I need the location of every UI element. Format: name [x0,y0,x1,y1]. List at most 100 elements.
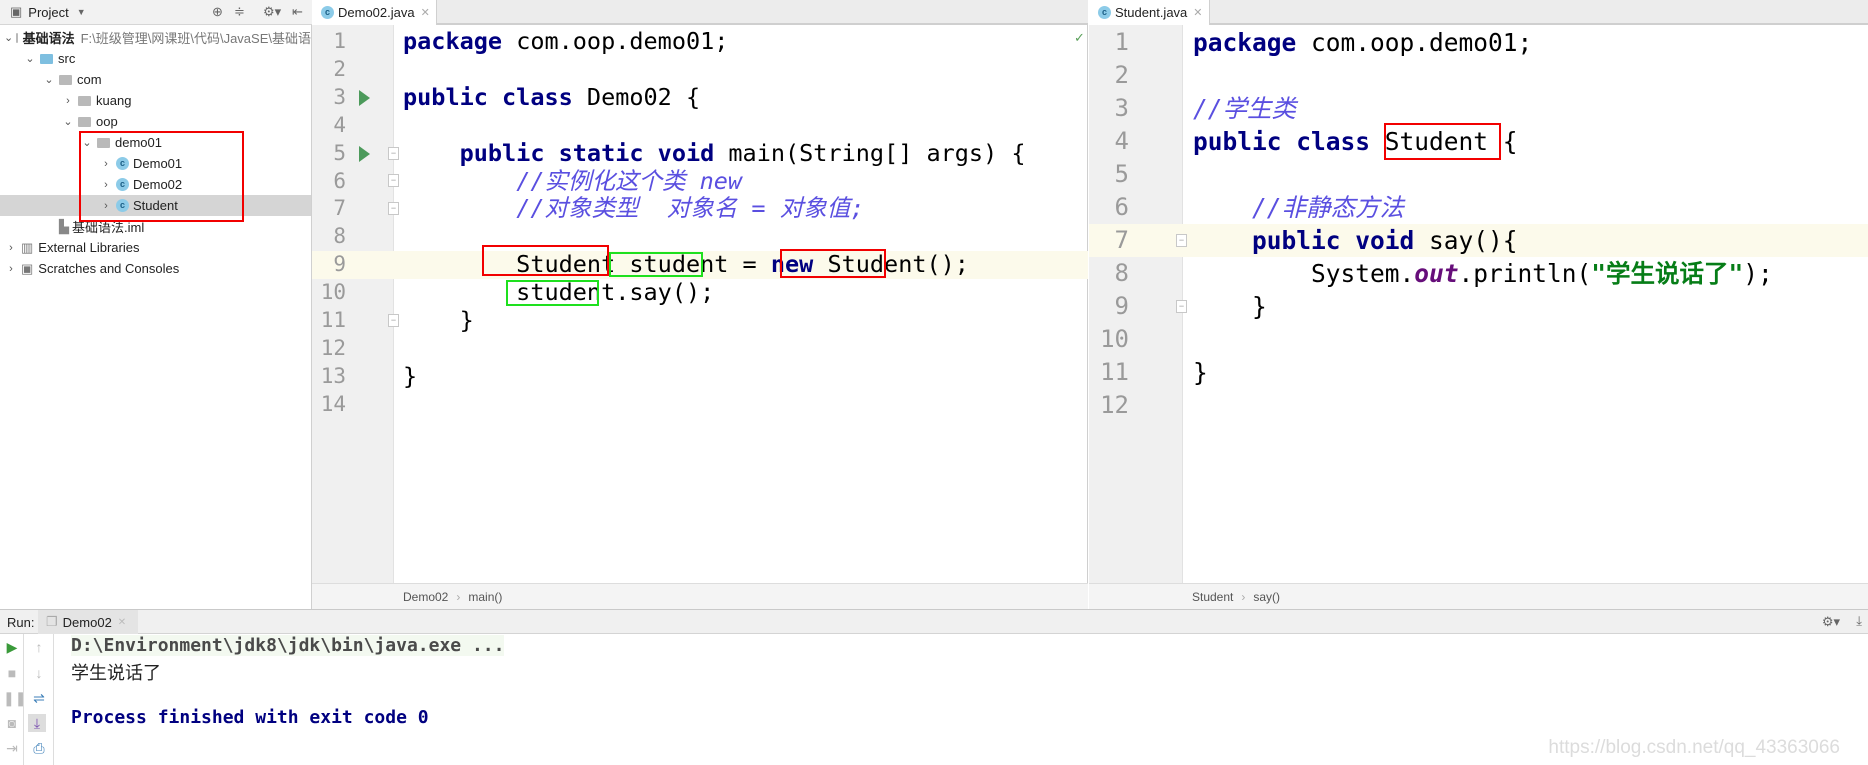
run-gutter-icon[interactable] [359,89,370,106]
line-number: 11 [320,308,346,332]
scroll-to-end-icon[interactable]: ⤓ [28,714,46,732]
code-line: public class Demo02 { [403,82,700,112]
soft-wrap-icon[interactable]: ⇌ [30,689,48,707]
chevron-down-icon[interactable]: ▼ [77,7,86,17]
collapse-all-icon[interactable]: ≑ [234,4,245,20]
breadcrumb-method[interactable]: main() [468,590,502,604]
breadcrumb-class[interactable]: Demo02 [403,590,448,604]
chevron-right-icon[interactable]: › [4,263,18,275]
code-token: //非静态方法 [1252,193,1405,222]
stop-icon[interactable]: ■ [3,664,21,682]
tab-student-java[interactable]: c Student.java ✕ [1089,0,1210,25]
line-number: 7 [333,196,346,221]
chevron-down-icon[interactable]: ⌄ [4,31,13,44]
hide-panel-icon[interactable]: ⤓ [1856,613,1862,629]
tab-demo02-java[interactable]: c Demo02.java ✕ [312,0,437,25]
exit-icon[interactable]: ⇥ [3,739,21,757]
line-number: 3 [1114,94,1129,122]
line-number: 4 [1114,127,1129,155]
locate-icon[interactable]: ⊕ [212,4,223,20]
hide-panel-icon[interactable]: ⇤ [292,4,303,20]
package-icon [78,116,91,127]
rerun-icon[interactable]: ▶ [3,638,21,656]
fold-marker-icon[interactable]: − [1176,299,1187,313]
class-icon: c [1098,6,1111,19]
tree-item-label: Scratches and Consoles [38,261,180,276]
code-line: } [1193,290,1267,323]
chevron-down-icon[interactable]: ⌄ [23,52,37,65]
project-view-dropdown[interactable]: Project [28,5,68,20]
tree-item-label: oop [96,114,118,129]
tree-item[interactable]: ⌄ oop [0,111,311,132]
chevron-right-icon[interactable]: › [4,242,18,254]
line-number: 1 [333,29,346,53]
line-number: 4 [333,112,346,137]
gear-icon[interactable]: ⚙▾ [263,4,281,20]
close-icon[interactable]: ✕ [1193,6,1202,19]
chevron-down-icon[interactable]: ⌄ [42,73,56,86]
close-icon[interactable]: ✕ [118,617,126,628]
line-number: 12 [320,335,346,360]
line-number: 9 [333,252,346,277]
breadcrumb-method[interactable]: say() [1253,590,1280,604]
inspection-ok-icon[interactable]: ✓ [1074,30,1085,46]
fold-marker-icon[interactable]: − [388,174,399,188]
close-icon[interactable]: ✕ [421,6,430,19]
tree-item[interactable]: › ▣ Scratches and Consoles [0,258,311,279]
chevron-down-icon[interactable]: ⌄ [61,115,75,128]
down-arrow-icon[interactable]: ↓ [30,664,48,682]
code-token: } [403,306,474,334]
tree-item[interactable]: › kuang [0,90,311,111]
tree-item-label: com [77,72,102,87]
tree-item[interactable]: › ▥ External Libraries [0,237,311,258]
run-tab-demo02[interactable]: ❐ Demo02 ✕ [38,610,138,634]
fold-marker-icon[interactable]: − [1176,233,1187,247]
tree-item[interactable]: ⌄ 基础语法 F:\班级管理\网课班\代码\JavaSE\基础语 [0,27,311,48]
pause-icon[interactable]: ❚❚ [3,689,26,707]
up-arrow-icon[interactable]: ↑ [30,638,48,656]
chevron-right-icon[interactable]: › [61,95,75,107]
left-code-area[interactable]: 1 package com.oop.demo01; 2 3 public class D… [312,25,1088,583]
scratches-icon: ▣ [21,260,34,276]
code-token: public void [1252,226,1415,255]
line-number: 1 [1114,28,1129,56]
line-number: 7 [1114,226,1129,254]
code-token: public class [403,82,573,111]
package-icon [78,95,91,106]
code-token: package [1193,28,1297,57]
line-number: 10 [320,280,346,305]
fold-marker-icon[interactable]: − [388,313,399,327]
line-number: 2 [1114,61,1129,89]
dump-threads-icon[interactable]: ◙ [3,714,21,732]
console-line: Process finished with exit code 0 [71,707,429,728]
breadcrumb-class[interactable]: Student [1192,590,1233,604]
highlight-box-student-constructor [780,249,886,278]
fold-marker-icon[interactable]: − [388,146,399,160]
right-code-area[interactable]: 1 package com.oop.demo01; 2 3 //学生类 4 public c… [1089,25,1868,583]
code-line: } [403,362,417,391]
tree-item-label: src [58,51,76,66]
project-panel-header: ▣ Project ▼ ⊕ ≑ ⚙▾ ⇤ [0,0,312,25]
gear-icon[interactable]: ⚙▾ [1822,614,1840,630]
tree-item[interactable]: ⌄ src [0,48,311,69]
run-toolbar-left: ▶ ■ ❚❚ ◙ ⇥ [0,634,26,765]
tree-item[interactable]: ⌄ com [0,69,311,90]
code-token: .println( [1458,259,1592,288]
console-line: D:\Environment\jdk8\jdk\bin\java.exe ... [71,635,505,656]
line-number: 5 [1114,160,1129,188]
run-toolbar-right: ↑ ↓ ⇌ ⤓ ⎙ [24,634,54,765]
class-icon: c [321,6,334,19]
code-line: } [403,306,474,335]
code-line: //学生类 [1193,92,1296,125]
code-token: say(){ [1414,226,1518,255]
run-gutter-icon[interactable] [359,145,370,162]
breadcrumb-separator-icon: › [1241,589,1246,604]
code-token: "学生说话了" [1591,259,1744,288]
tree-item-label: 基础语法 [22,31,75,46]
print-icon[interactable]: ⎙ [30,739,48,757]
fold-marker-icon[interactable]: − [388,202,399,216]
